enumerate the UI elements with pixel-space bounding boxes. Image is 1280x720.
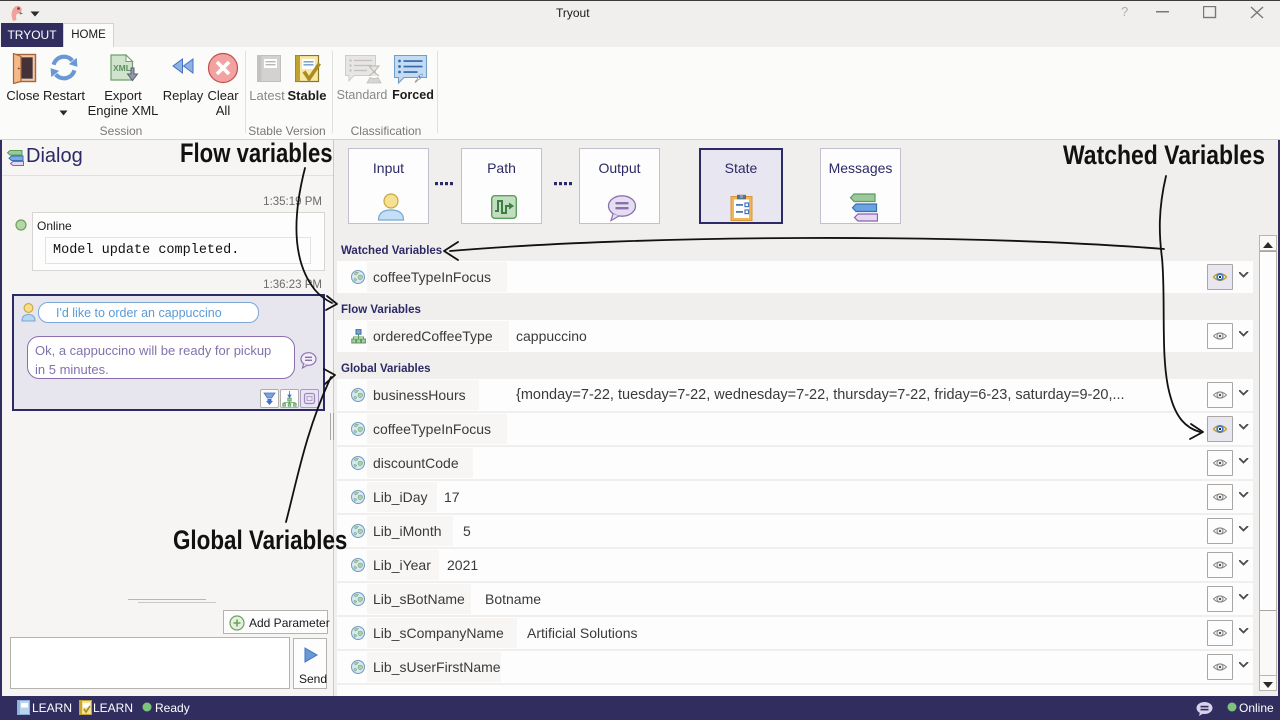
svg-text:XML: XML (113, 63, 131, 73)
